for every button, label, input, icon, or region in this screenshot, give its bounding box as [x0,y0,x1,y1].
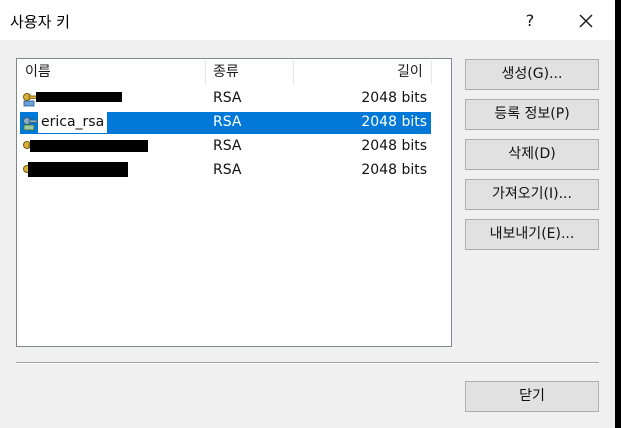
import-button[interactable]: 가져오기(I)... [465,179,599,210]
column-header-type[interactable]: 종류 [213,59,239,86]
key-row[interactable]: RSA 2048 bits [20,88,431,110]
key-name: erica_rsa [38,112,108,133]
key-type: RSA [213,90,242,106]
redacted-name [28,162,128,177]
user-keys-dialog: 사용자 키 ? 이름 종류 길이 RSA 2048 bits erica_rsa… [0,0,615,428]
key-row[interactable]: RSA 2048 bits [20,136,431,158]
key-size: 2048 bits [361,162,427,178]
redacted-name [30,140,148,152]
key-icon [23,117,38,131]
title-bar: 사용자 키 ? [0,0,615,40]
column-header-name[interactable]: 이름 [25,59,51,86]
key-type: RSA [213,114,242,130]
column-divider[interactable] [205,61,206,84]
generate-button[interactable]: 생성(G)... [465,59,599,90]
column-divider[interactable] [293,61,294,84]
key-size: 2048 bits [361,138,427,154]
help-button[interactable]: ? [510,6,550,36]
key-row[interactable]: RSA 2048 bits [20,160,431,182]
delete-button[interactable]: 삭제(D) [465,139,599,170]
key-type: RSA [213,138,242,154]
export-button[interactable]: 내보내기(E)... [465,219,599,250]
key-row-selected[interactable]: erica_rsa RSA 2048 bits [20,112,431,134]
key-size: 2048 bits [361,114,427,130]
properties-button[interactable]: 등록 정보(P) [465,99,599,130]
separator [16,362,599,364]
column-header-size[interactable]: 길이 [397,59,423,86]
dialog-title: 사용자 키 [10,13,70,31]
list-header: 이름 종류 길이 [17,59,451,86]
key-size: 2048 bits [361,90,427,106]
close-button[interactable]: 닫기 [465,381,599,412]
close-icon [579,14,593,28]
key-type: RSA [213,162,242,178]
close-window-button[interactable] [566,6,606,36]
redacted-name [36,92,122,102]
column-divider[interactable] [431,61,432,84]
key-list[interactable]: 이름 종류 길이 RSA 2048 bits erica_rsa RSA 204… [16,58,452,347]
